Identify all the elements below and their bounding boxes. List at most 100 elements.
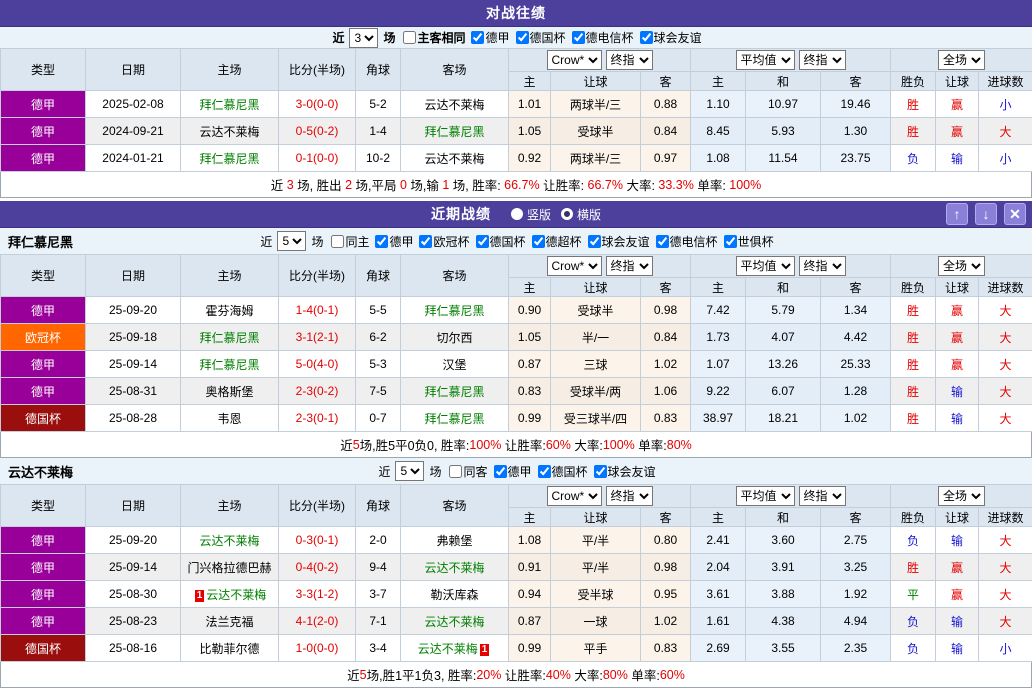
league-checkbox[interactable] xyxy=(594,465,607,478)
odds-time-select[interactable]: 终指 xyxy=(606,256,653,276)
league-filter-item[interactable]: 德电信杯 xyxy=(656,233,718,250)
league-checkbox[interactable] xyxy=(331,235,344,248)
summary-segment: 0 xyxy=(400,178,407,192)
bookmaker-select[interactable]: Crow* xyxy=(547,486,602,506)
match-count-select[interactable]: 3 xyxy=(349,28,378,48)
league-checkbox[interactable] xyxy=(516,31,529,44)
corner-score: 6-2 xyxy=(356,324,401,351)
league-checkbox[interactable] xyxy=(375,235,388,248)
result-winloss: 胜 xyxy=(891,405,936,432)
league-checkbox[interactable] xyxy=(538,465,551,478)
away-team: 拜仁慕尼黑 xyxy=(401,378,509,405)
league-filter-item[interactable]: 同客 xyxy=(449,463,487,480)
avg-time-select[interactable]: 终指 xyxy=(799,256,846,276)
move-up-button[interactable]: ↑ xyxy=(946,203,968,225)
league-checkbox[interactable] xyxy=(403,31,416,44)
league-checkbox[interactable] xyxy=(588,235,601,248)
column-header: 日期 xyxy=(86,255,181,297)
summary-segment: 60% xyxy=(660,668,685,682)
match-score: 3-0(0-0) xyxy=(279,91,356,118)
away-team: 云达不莱梅 xyxy=(401,608,509,635)
result-handicap: 赢 xyxy=(936,554,979,581)
radio-icon xyxy=(511,208,523,220)
corner-score: 5-2 xyxy=(356,91,401,118)
summary-segment: 场,平局 xyxy=(352,175,400,194)
games-label: 场 xyxy=(383,29,395,46)
league-checkbox[interactable] xyxy=(471,31,484,44)
league-filter-item[interactable]: 德国杯 xyxy=(538,463,588,480)
league-filter-item[interactable]: 德甲 xyxy=(494,463,532,480)
close-button[interactable]: ✕ xyxy=(1004,203,1026,225)
league-badge: 德甲 xyxy=(1,554,86,581)
odds-home: 1.08 xyxy=(509,527,551,554)
league-filter-item[interactable]: 德甲 xyxy=(375,233,413,250)
league-filter-item[interactable]: 德甲 xyxy=(471,29,509,46)
league-checkbox[interactable] xyxy=(449,465,462,478)
away-team: 弗赖堡 xyxy=(401,527,509,554)
corner-score: 7-1 xyxy=(356,608,401,635)
column-header: 主场 xyxy=(181,49,279,91)
league-checkbox[interactable] xyxy=(532,235,545,248)
sub-column-header: 客 xyxy=(641,508,691,527)
sub-column-header: 主 xyxy=(509,508,551,527)
league-filter-item[interactable]: 世俱杯 xyxy=(724,233,774,250)
league-filter-item[interactable]: 球会友谊 xyxy=(640,29,702,46)
avg-time-select[interactable]: 终指 xyxy=(799,486,846,506)
match-count-select[interactable]: 5 xyxy=(395,461,424,481)
column-header: 主场 xyxy=(181,485,279,527)
average-select[interactable]: 平均值 xyxy=(736,50,795,70)
league-checkbox[interactable] xyxy=(572,31,585,44)
layout-radio-selected[interactable]: 竖版 xyxy=(511,206,551,223)
column-header: 类型 xyxy=(1,49,86,91)
bookmaker-select[interactable]: Crow* xyxy=(547,50,602,70)
scope-select[interactable]: 全场 xyxy=(938,50,985,70)
match-date: 2024-09-21 xyxy=(86,118,181,145)
scope-select[interactable]: 全场 xyxy=(938,486,985,506)
column-header: 角球 xyxy=(356,49,401,91)
match-score: 0-1(0-0) xyxy=(279,145,356,172)
summary-segment: 大率: xyxy=(571,665,603,684)
league-checkbox[interactable] xyxy=(724,235,737,248)
checkbox-label: 德甲 xyxy=(508,463,532,480)
league-checkbox[interactable] xyxy=(494,465,507,478)
league-filter-item[interactable]: 同主 xyxy=(331,233,369,250)
table-row: 德甲2024-09-21云达不莱梅0-5(0-2)1-4拜仁慕尼黑1.05受球半… xyxy=(1,118,1032,145)
move-down-button[interactable]: ↓ xyxy=(975,203,997,225)
bookmaker-select[interactable]: Crow* xyxy=(547,256,602,276)
table-row: 德甲25-08-31奥格斯堡2-3(0-2)7-5拜仁慕尼黑0.83受球半/两1… xyxy=(1,378,1032,405)
league-filter-item[interactable]: 德电信杯 xyxy=(572,29,634,46)
team-name-text: 汉堡 xyxy=(442,358,466,372)
league-badge: 欧冠杯 xyxy=(1,324,86,351)
scope-select[interactable]: 全场 xyxy=(938,256,985,276)
away-team: 拜仁慕尼黑 xyxy=(401,118,509,145)
league-filter-item[interactable]: 球会友谊 xyxy=(588,233,650,250)
checkbox-label: 同客 xyxy=(463,463,487,480)
match-count-select[interactable]: 5 xyxy=(277,231,306,251)
checkbox-label: 欧冠杯 xyxy=(433,233,469,250)
odds-time-select[interactable]: 终指 xyxy=(606,486,653,506)
avg-home: 1.61 xyxy=(691,608,746,635)
league-checkbox[interactable] xyxy=(476,235,489,248)
league-filter-item[interactable]: 欧冠杯 xyxy=(419,233,469,250)
summary-segment: 场,胜1平1负3, 胜率: xyxy=(367,665,477,684)
odds-time-select[interactable]: 终指 xyxy=(606,50,653,70)
summary-segment: 场,输 xyxy=(407,175,442,194)
match-score: 1-0(0-0) xyxy=(279,635,356,662)
handicap-line: 三球 xyxy=(551,351,641,378)
average-select[interactable]: 平均值 xyxy=(736,486,795,506)
league-checkbox[interactable] xyxy=(419,235,432,248)
league-checkbox[interactable] xyxy=(640,31,653,44)
league-checkbox[interactable] xyxy=(656,235,669,248)
league-filter-item[interactable]: 德国杯 xyxy=(516,29,566,46)
result-handicap: 赢 xyxy=(936,91,979,118)
league-filter-item[interactable]: 主客相同 xyxy=(403,29,465,46)
average-select[interactable]: 平均值 xyxy=(736,256,795,276)
layout-radio-option[interactable]: 横版 xyxy=(561,206,601,223)
league-filter-item[interactable]: 德超杯 xyxy=(532,233,582,250)
window-buttons: ↑ ↓ ✕ xyxy=(946,203,1026,225)
avg-time-select[interactable]: 终指 xyxy=(799,50,846,70)
avg-away: 19.46 xyxy=(821,91,891,118)
near-label: 近 xyxy=(260,233,272,250)
league-filter-item[interactable]: 德国杯 xyxy=(476,233,526,250)
league-filter-item[interactable]: 球会友谊 xyxy=(594,463,656,480)
